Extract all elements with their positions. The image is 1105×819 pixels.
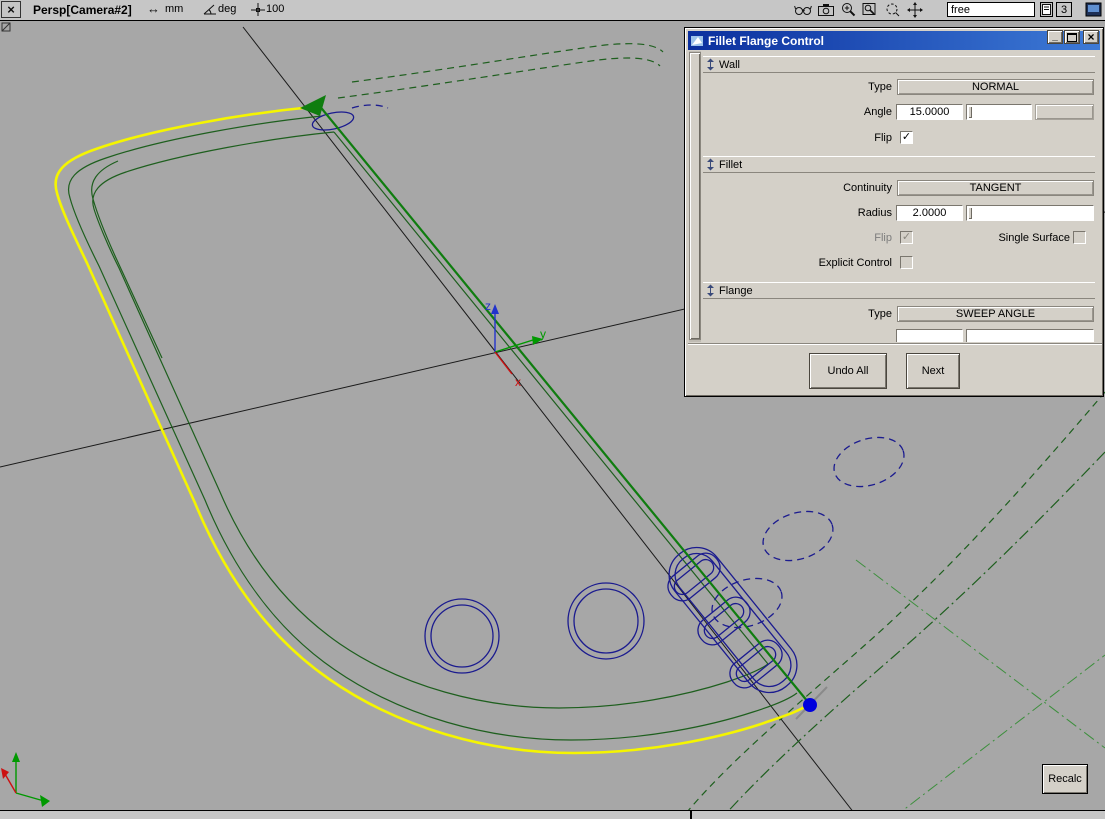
top-toolbar: × Persp[Camera#2] ↔ mm deg 100 3 bbox=[0, 0, 1105, 21]
single-surface-label: Single Surface bbox=[998, 232, 1070, 244]
fillet-flip-row: Flip ✓ Single Surface bbox=[702, 230, 1098, 246]
dialog-scrollbar-thumb[interactable] bbox=[689, 52, 701, 340]
dialog-title: Fillet Flange Control bbox=[708, 33, 824, 48]
radius-row: Radius bbox=[702, 205, 1098, 221]
wall-flip-row: Flip ✓ bbox=[702, 130, 1098, 146]
zoom-in-icon[interactable] bbox=[839, 1, 859, 18]
zoom-box-icon[interactable] bbox=[861, 1, 881, 18]
wall-angle-label: Angle bbox=[863, 106, 892, 118]
section-toggle-icon bbox=[707, 158, 714, 171]
close-icon[interactable]: × bbox=[1083, 30, 1099, 44]
wall-type-row: Type NORMAL bbox=[702, 79, 1098, 95]
dialog-icon bbox=[691, 35, 703, 46]
flange-angle-slider[interactable] bbox=[966, 329, 1094, 342]
next-button[interactable]: Next bbox=[906, 353, 960, 389]
free-mode-input[interactable] bbox=[947, 2, 1035, 17]
window-panel-icon[interactable] bbox=[1084, 1, 1104, 18]
page-icon[interactable] bbox=[1040, 2, 1053, 17]
radius-label: Radius bbox=[857, 207, 892, 219]
dialog-scrollbar[interactable] bbox=[689, 51, 701, 342]
axis-label-x: x bbox=[515, 375, 521, 389]
single-surface-checkbox[interactable] bbox=[1073, 231, 1086, 244]
camera-view-label[interactable]: Persp[Camera#2] bbox=[33, 3, 132, 17]
units-arrows-icon: ↔ bbox=[147, 1, 160, 16]
select-circle-icon[interactable] bbox=[883, 1, 903, 18]
maximize-glyph bbox=[1067, 32, 1077, 42]
wall-type-button[interactable]: NORMAL bbox=[897, 79, 1094, 95]
radius-slider[interactable] bbox=[966, 205, 1094, 221]
wall-angle-extra-panel[interactable] bbox=[1035, 104, 1094, 120]
explicit-control-checkbox[interactable] bbox=[900, 256, 913, 269]
minimize-icon[interactable]: _ bbox=[1047, 30, 1063, 44]
track-view-icon[interactable] bbox=[793, 1, 813, 18]
dialog-titlebar[interactable]: Fillet Flange Control bbox=[688, 31, 1100, 50]
section-header-wall[interactable]: Wall bbox=[703, 56, 1095, 73]
angle-units-icon bbox=[200, 1, 220, 18]
rail-endpoint[interactable] bbox=[803, 698, 817, 712]
fillet-flip-label: Flip bbox=[874, 232, 892, 244]
units-label[interactable]: mm bbox=[165, 3, 183, 15]
axis-label-z: z bbox=[485, 299, 491, 313]
explicit-control-row: Explicit Control bbox=[702, 255, 1098, 271]
section-label-wall: Wall bbox=[719, 58, 740, 71]
section-label-flange: Flange bbox=[719, 284, 753, 297]
layer-count-button[interactable]: 3 bbox=[1056, 2, 1072, 17]
wall-flip-checkmark: ✓ bbox=[901, 131, 912, 143]
pan-icon[interactable] bbox=[905, 1, 925, 18]
continuity-label: Continuity bbox=[843, 182, 892, 194]
wall-angle-slider-thumb[interactable] bbox=[968, 106, 972, 118]
dialog-separator bbox=[688, 343, 1102, 345]
flange-type-row: Type SWEEP ANGLE bbox=[702, 306, 1098, 322]
section-header-flange[interactable]: Flange bbox=[703, 282, 1095, 299]
dialog-content: Wall Type NORMAL Angle Flip ✓ bbox=[702, 51, 1098, 342]
radius-slider-thumb[interactable] bbox=[968, 207, 972, 219]
flange-angle-row-clipped bbox=[702, 329, 1098, 342]
axis-label-y: y bbox=[540, 327, 546, 341]
wall-type-label: Type bbox=[868, 81, 892, 93]
angle-units-label[interactable]: deg bbox=[218, 3, 236, 15]
flange-angle-input[interactable] bbox=[896, 329, 963, 342]
grid-size-label[interactable]: 100 bbox=[266, 3, 284, 15]
undo-all-button[interactable]: Undo All bbox=[809, 353, 887, 389]
flange-type-button[interactable]: SWEEP ANGLE bbox=[897, 306, 1094, 322]
explicit-control-label: Explicit Control bbox=[818, 257, 892, 269]
section-toggle-icon bbox=[707, 58, 714, 71]
section-header-fillet[interactable]: Fillet bbox=[703, 156, 1095, 173]
wall-flip-label: Flip bbox=[874, 132, 892, 144]
wall-flip-checkbox[interactable]: ✓ bbox=[900, 131, 913, 144]
continuity-row: Continuity TANGENT bbox=[702, 180, 1098, 196]
grid-size-icon bbox=[248, 1, 268, 18]
radius-input[interactable] bbox=[896, 205, 963, 221]
wall-angle-input[interactable] bbox=[896, 104, 963, 120]
wall-angle-row: Angle bbox=[702, 104, 1098, 120]
section-toggle-icon bbox=[707, 284, 714, 297]
viewport-close-icon[interactable]: × bbox=[1, 1, 21, 18]
section-label-fillet: Fillet bbox=[719, 158, 743, 171]
camera-icon[interactable] bbox=[816, 1, 836, 18]
flange-type-label: Type bbox=[868, 308, 892, 320]
wall-angle-slider[interactable] bbox=[966, 104, 1032, 120]
fillet-flange-dialog: Fillet Flange Control _ × Wall Type NORM… bbox=[684, 27, 1104, 397]
maximize-icon[interactable] bbox=[1064, 30, 1080, 44]
continuity-button[interactable]: TANGENT bbox=[897, 180, 1094, 196]
recalc-button[interactable]: Recalc bbox=[1042, 764, 1088, 794]
